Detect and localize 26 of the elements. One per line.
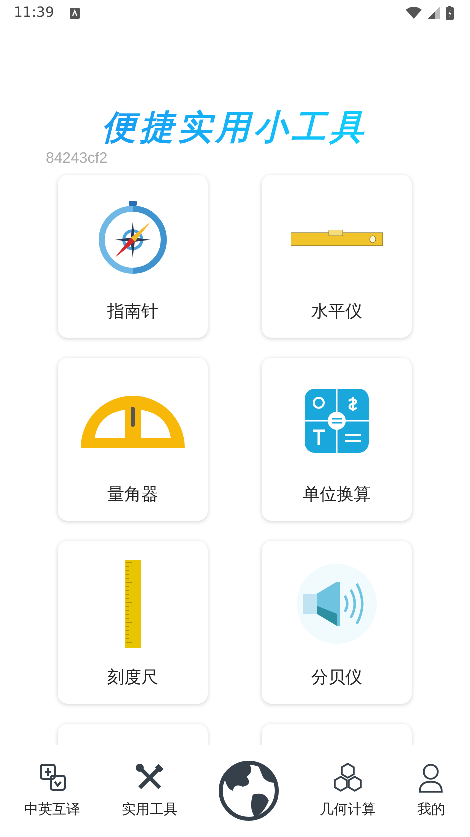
tool-card[interactable]: 量角器 [58,358,208,521]
status-time: 11:39 [14,5,54,21]
unit-converter-icon [305,389,369,453]
tool-card[interactable]: 水平仪 [262,175,412,338]
spirit-level-icon [291,230,383,246]
battery-icon [446,6,454,20]
ruler-icon [125,560,141,648]
nav-tab[interactable]: 我的 [417,763,446,819]
notification-icon [70,8,80,18]
tool-card[interactable]: 刻度尺 [58,541,208,704]
build-id: 84243cf2 [46,150,109,167]
tool-card[interactable]: 单位换算 [262,358,412,521]
translate-icon [38,763,68,793]
nav-tab[interactable]: 实用工具 [122,763,178,819]
tool-card[interactable]: 分贝仪 [262,541,412,704]
user-icon [418,763,444,793]
speaker-icon [297,564,377,644]
signal-icon [428,7,440,19]
globe-button[interactable] [218,761,279,821]
tool-card[interactable]: 指南针 [58,175,208,338]
nav-tab[interactable]: 几何计算 [320,763,376,819]
nav-tab[interactable]: 中英互译 [24,763,81,819]
hexagons-icon [332,763,364,793]
protractor-icon [81,394,185,448]
compass-icon [97,201,169,275]
wifi-icon [406,7,422,19]
